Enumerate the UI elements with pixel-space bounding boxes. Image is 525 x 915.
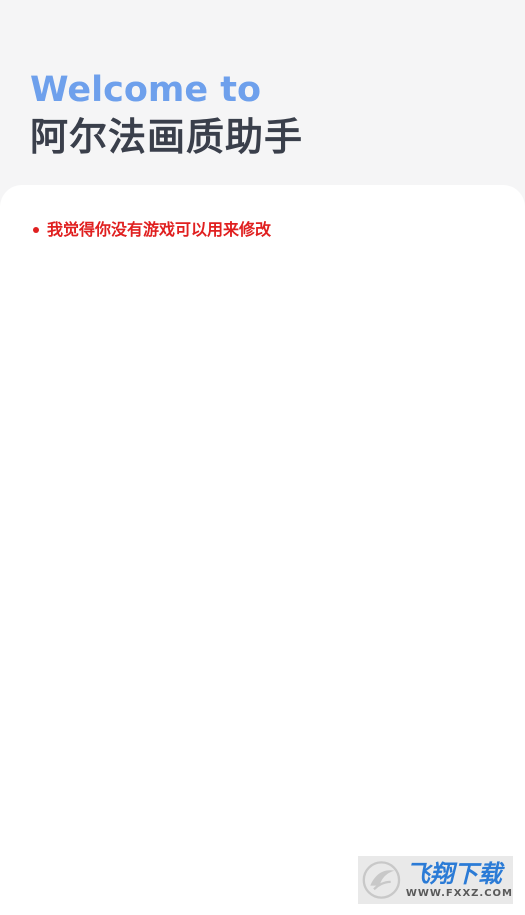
watermark: 飞翔下载 WWW.FXXZ.COM [358, 856, 513, 904]
bird-logo-icon [362, 861, 401, 899]
watermark-title: 飞翔下载 [405, 860, 502, 888]
welcome-text: Welcome to [30, 70, 262, 110]
notice-item: 我觉得你没有游戏可以用来修改 [33, 218, 271, 242]
app-title: 阿尔法画质助手 [30, 115, 304, 159]
content-card [0, 185, 525, 915]
notice-text: 我觉得你没有游戏可以用来修改 [47, 220, 272, 239]
header: Welcome to 阿尔法画质助手 [0, 0, 525, 200]
watermark-url: WWW.FXXZ.COM [405, 888, 513, 899]
bullet-dot-icon [33, 227, 39, 233]
